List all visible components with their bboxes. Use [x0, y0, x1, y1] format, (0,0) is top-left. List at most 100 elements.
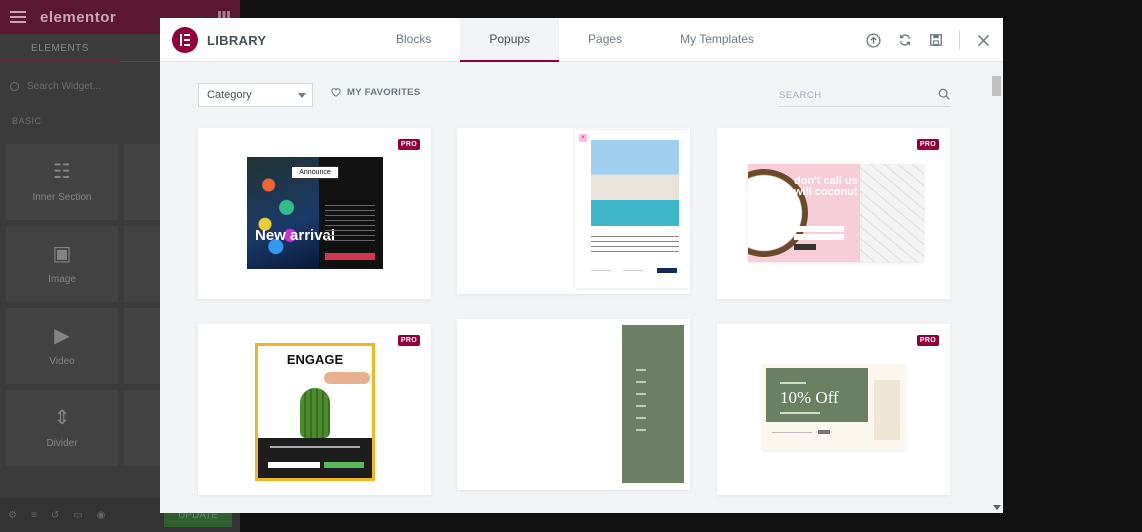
- pro-badge: PRO: [397, 335, 420, 346]
- chevron-down-icon: [298, 93, 306, 98]
- preview-image: [324, 372, 370, 384]
- template-preview: ENGAGE: [255, 343, 375, 481]
- search-placeholder: SEARCH: [779, 90, 822, 101]
- preview-cta: [325, 253, 375, 260]
- divider: [959, 30, 960, 50]
- responsive-icon[interactable]: ▭: [73, 510, 82, 521]
- preview-badge-text: Announce: [291, 166, 339, 179]
- sync-icon[interactable]: [897, 33, 912, 48]
- close-icon[interactable]: [976, 33, 991, 48]
- close-icon: ×: [579, 134, 587, 142]
- preview-text-lines: [780, 412, 820, 414]
- video-icon: ▶: [54, 324, 70, 347]
- template-card-sidebar-menu[interactable]: PRO: [457, 319, 690, 490]
- template-preview: ×: [575, 130, 690, 288]
- tab-popups[interactable]: Popups: [460, 18, 560, 62]
- preview-map: [860, 164, 924, 262]
- preview-heading: ENGAGE: [286, 352, 344, 367]
- tab-my-templates[interactable]: My Templates: [651, 18, 783, 62]
- modal-header: LIBRARY Blocks Popups Pages My Templates: [160, 18, 1003, 62]
- heart-icon: [331, 88, 341, 97]
- category-select-value: Category: [207, 89, 252, 101]
- widget-label: Inner Section: [32, 191, 92, 203]
- preview-menu-item: [636, 393, 646, 395]
- tab-blocks[interactable]: Blocks: [367, 18, 460, 62]
- pro-badge: PRO: [916, 139, 939, 150]
- preview-image: [300, 388, 330, 438]
- preview-menu-item: [636, 381, 646, 383]
- preview-field: [794, 234, 844, 240]
- pro-badge: PRO: [916, 335, 939, 346]
- tab-elements[interactable]: ELEMENTS: [0, 34, 120, 62]
- preview-cta: [794, 244, 816, 250]
- preview-field: [591, 270, 611, 271]
- widget-image[interactable]: ▣ Image: [6, 226, 118, 302]
- template-card-discount[interactable]: PRO 10% Off: [717, 324, 950, 495]
- template-card-property[interactable]: PRO ×: [457, 128, 690, 294]
- preview-banner: 10% Off: [766, 368, 868, 422]
- preview-cta: [324, 462, 364, 468]
- preview-menu-item: [636, 405, 646, 407]
- widget-inner-section[interactable]: ☷ Inner Section: [6, 144, 118, 220]
- widget-divider[interactable]: ⇕ Divider: [6, 390, 118, 466]
- widget-search-placeholder: Search Widget...: [27, 80, 101, 92]
- scrollbar-thumb[interactable]: [992, 76, 1001, 96]
- preview-field: [794, 226, 844, 232]
- import-icon[interactable]: [866, 32, 881, 48]
- pro-badge: PRO: [397, 139, 420, 150]
- library-tabs: Blocks Popups Pages My Templates: [367, 18, 783, 62]
- preview-text-lines: [780, 382, 806, 384]
- settings-icon[interactable]: ⚙: [8, 510, 17, 521]
- elementor-logo: elementor: [40, 8, 117, 26]
- scroll-down-arrow[interactable]: [993, 505, 1001, 510]
- scrollbar[interactable]: [990, 73, 1003, 513]
- menu-icon[interactable]: [10, 11, 26, 23]
- preview-cta: [818, 430, 830, 434]
- preview-image: [874, 380, 900, 440]
- template-preview: Announce New arrival: [247, 157, 383, 269]
- preview-cta: [657, 268, 677, 273]
- preview-field: [268, 462, 320, 468]
- category-select[interactable]: Category: [198, 83, 313, 107]
- tab-pages[interactable]: Pages: [559, 18, 651, 62]
- library-modal: LIBRARY Blocks Popups Pages My Templates: [160, 18, 1003, 513]
- preview-text-lines: [270, 446, 360, 448]
- preview-menu-item: [636, 417, 646, 419]
- preview-text-lines: [591, 236, 679, 254]
- preview-text-lines: [325, 205, 375, 245]
- filter-toolbar: Category MY FAVORITES SEARCH: [198, 83, 951, 107]
- preview-heading: 10% Off: [780, 388, 839, 407]
- preview-menu-item: [636, 369, 646, 371]
- preview-footer: [258, 438, 372, 478]
- modal-actions: [866, 30, 991, 50]
- preview-menu-item: [636, 429, 646, 431]
- my-favorites-label: MY FAVORITES: [347, 87, 421, 98]
- template-card-coconut[interactable]: PRO don't call us we will coconut you: [717, 128, 950, 299]
- divider-icon: ⇕: [53, 406, 71, 429]
- layers-icon[interactable]: ≡: [31, 510, 37, 521]
- widget-label: Divider: [46, 437, 78, 449]
- search-icon: [10, 81, 19, 91]
- search-icon: [936, 86, 951, 101]
- widget-video[interactable]: ▶ Video: [6, 308, 118, 384]
- widget-label: Image: [48, 273, 76, 285]
- preview-heading: New arrival: [255, 227, 336, 244]
- preview-image: [591, 140, 679, 226]
- template-card-engage[interactable]: PRO ENGAGE: [198, 324, 431, 495]
- template-card-announce[interactable]: PRO Announce New arrival: [198, 128, 431, 299]
- preview-field: [623, 270, 643, 271]
- preview-icon[interactable]: ◉: [97, 510, 106, 521]
- save-icon[interactable]: [928, 33, 943, 48]
- template-preview: [622, 325, 684, 483]
- template-preview: don't call us we will coconut you: [748, 164, 924, 262]
- history-icon[interactable]: ↺: [51, 510, 59, 521]
- template-preview: 10% Off: [762, 364, 906, 450]
- modal-title: LIBRARY: [207, 33, 267, 48]
- my-favorites-filter[interactable]: MY FAVORITES: [331, 87, 420, 98]
- template-search-input[interactable]: SEARCH: [779, 83, 951, 107]
- widget-label: Video: [49, 355, 75, 367]
- preview-field: [772, 432, 812, 433]
- image-icon: ▣: [52, 242, 72, 265]
- elementor-logo-icon: [172, 27, 198, 53]
- columns-icon: ☷: [53, 160, 71, 183]
